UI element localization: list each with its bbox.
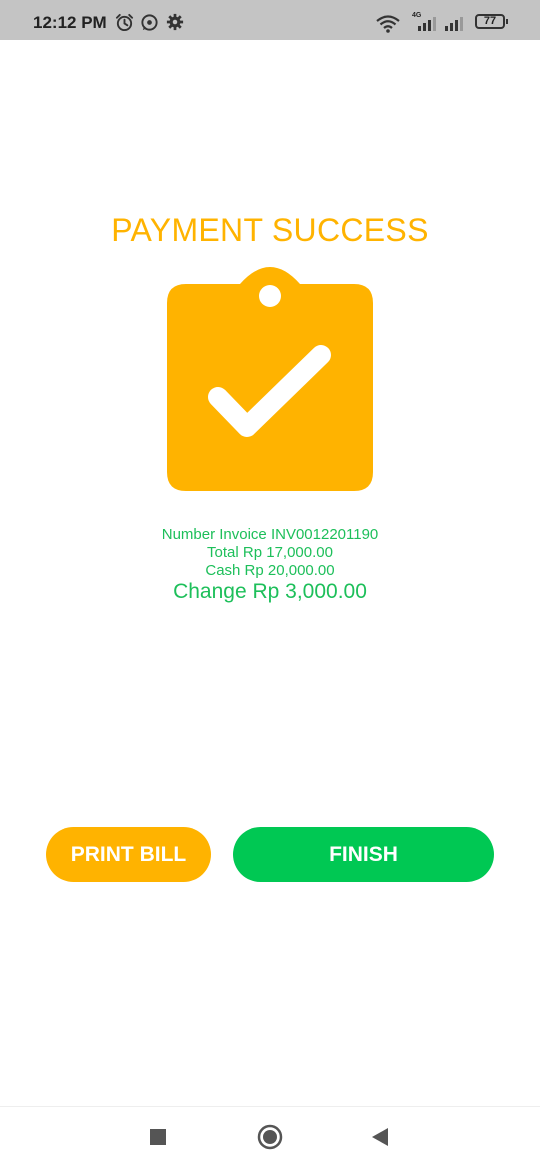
invoice-number: Number Invoice INV0012201190 <box>161 526 379 543</box>
home-icon <box>257 1124 283 1155</box>
home-button[interactable] <box>245 1107 295 1170</box>
print-bill-button[interactable]: PRINT BILL <box>46 827 211 882</box>
clipboard-check-icon <box>166 262 374 497</box>
recent-apps-button[interactable] <box>133 1107 183 1170</box>
whatsapp-icon <box>140 13 159 37</box>
signal-4g-icon: 4G <box>410 12 438 37</box>
alarm-icon <box>115 13 134 37</box>
signal-icon <box>444 12 466 37</box>
invoice-change: Change Rp 3,000.00 <box>173 580 367 603</box>
invoice-cash: Cash Rp 20,000.00 <box>205 562 335 579</box>
invoice-total: Total Rp 17,000.00 <box>207 544 333 561</box>
status-bar: 12:12 PM 4G 77 <box>0 0 540 40</box>
back-button[interactable] <box>355 1107 405 1170</box>
status-time: 12:12 PM <box>33 13 107 32</box>
back-icon <box>371 1127 389 1152</box>
battery-icon: 77 <box>475 14 508 29</box>
page-title: PAYMENT SUCCESS <box>111 212 429 248</box>
finish-button[interactable]: FINISH <box>233 827 494 882</box>
settings-icon <box>166 13 184 36</box>
network-label: 4G <box>412 12 422 19</box>
wifi-icon <box>376 15 400 38</box>
payment-success-screen: 12:12 PM 4G 77 PAYMENT SUCCESS Number In… <box>0 0 540 1170</box>
navigation-bar <box>0 1106 540 1170</box>
recent-apps-icon <box>149 1128 167 1151</box>
